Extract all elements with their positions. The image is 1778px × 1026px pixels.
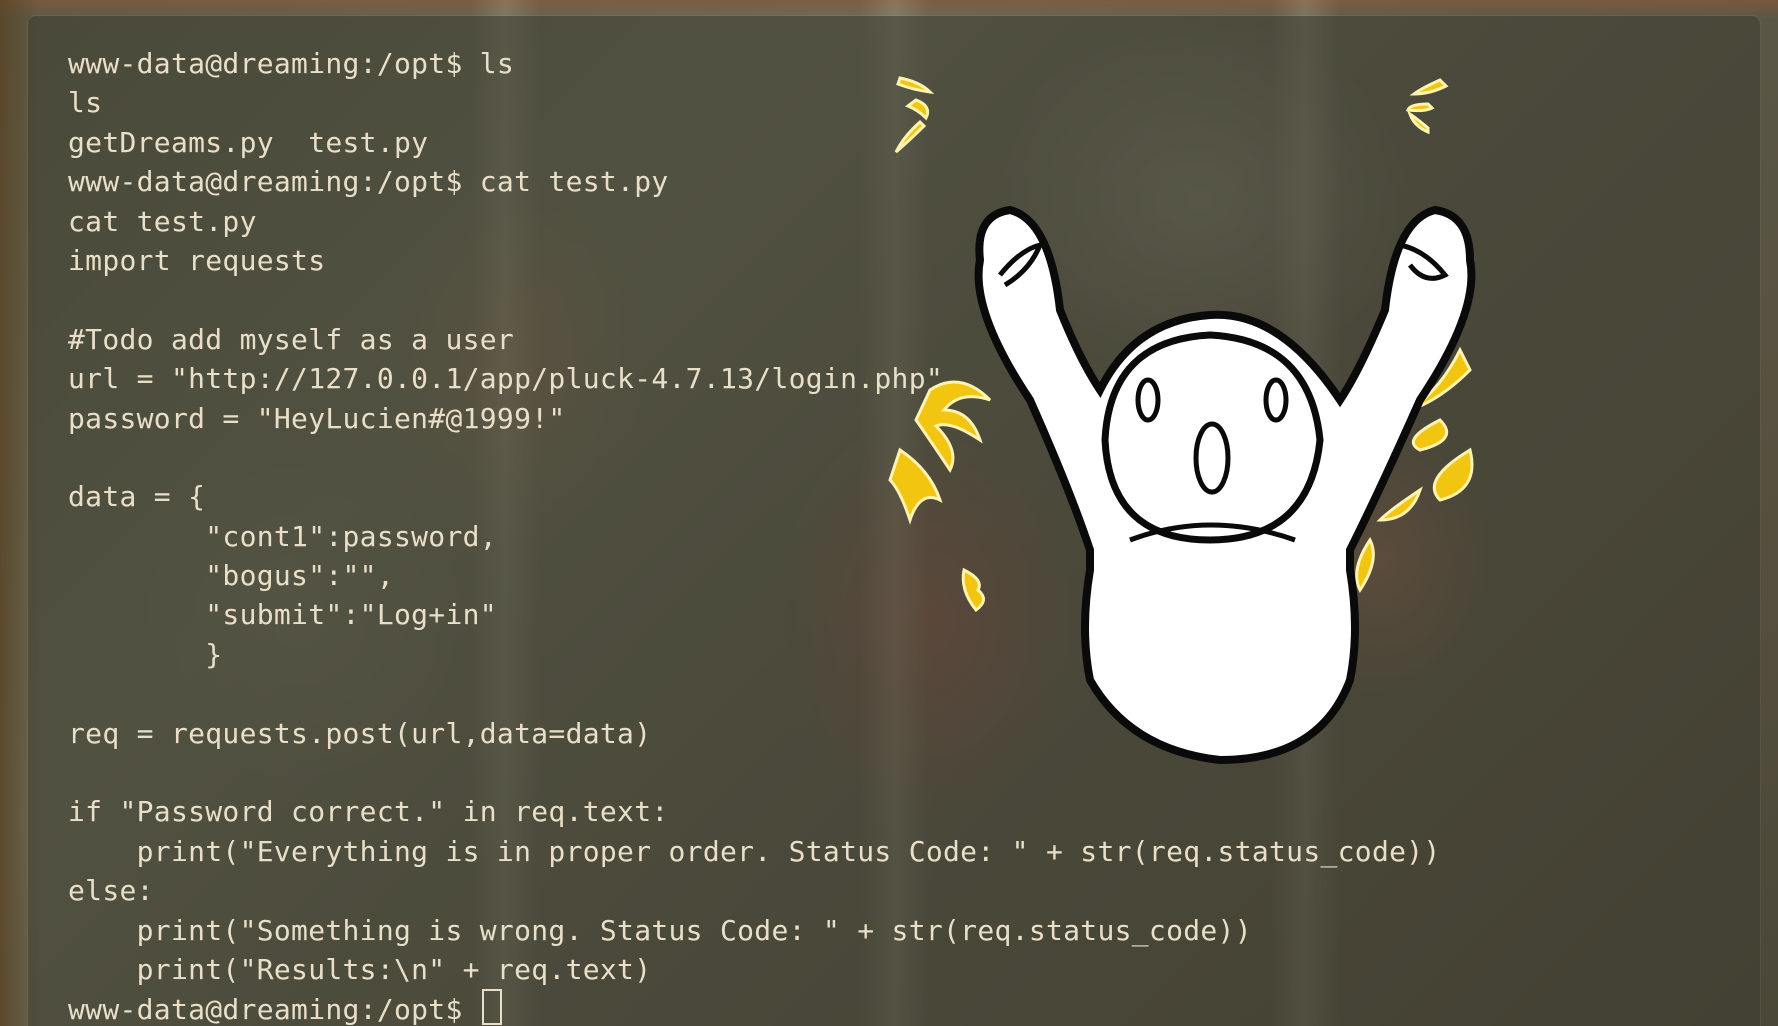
terminal-line: else:: [68, 874, 154, 908]
terminal-line: print("Something is wrong. Status Code: …: [68, 913, 1252, 947]
ghost-body: [974, 205, 1476, 765]
terminal-prompt-line[interactable]: www-data@dreaming:/opt$: [68, 989, 1441, 1026]
cheering-ghost-icon: [888, 76, 1476, 765]
terminal-cursor: [481, 989, 502, 1026]
terminal-line: print("Everything is in proper order. St…: [68, 834, 1441, 868]
terminal-prompt: www-data@dreaming:/opt$: [68, 993, 480, 1026]
terminal-line: print("Results:\n" + req.text): [68, 952, 652, 986]
